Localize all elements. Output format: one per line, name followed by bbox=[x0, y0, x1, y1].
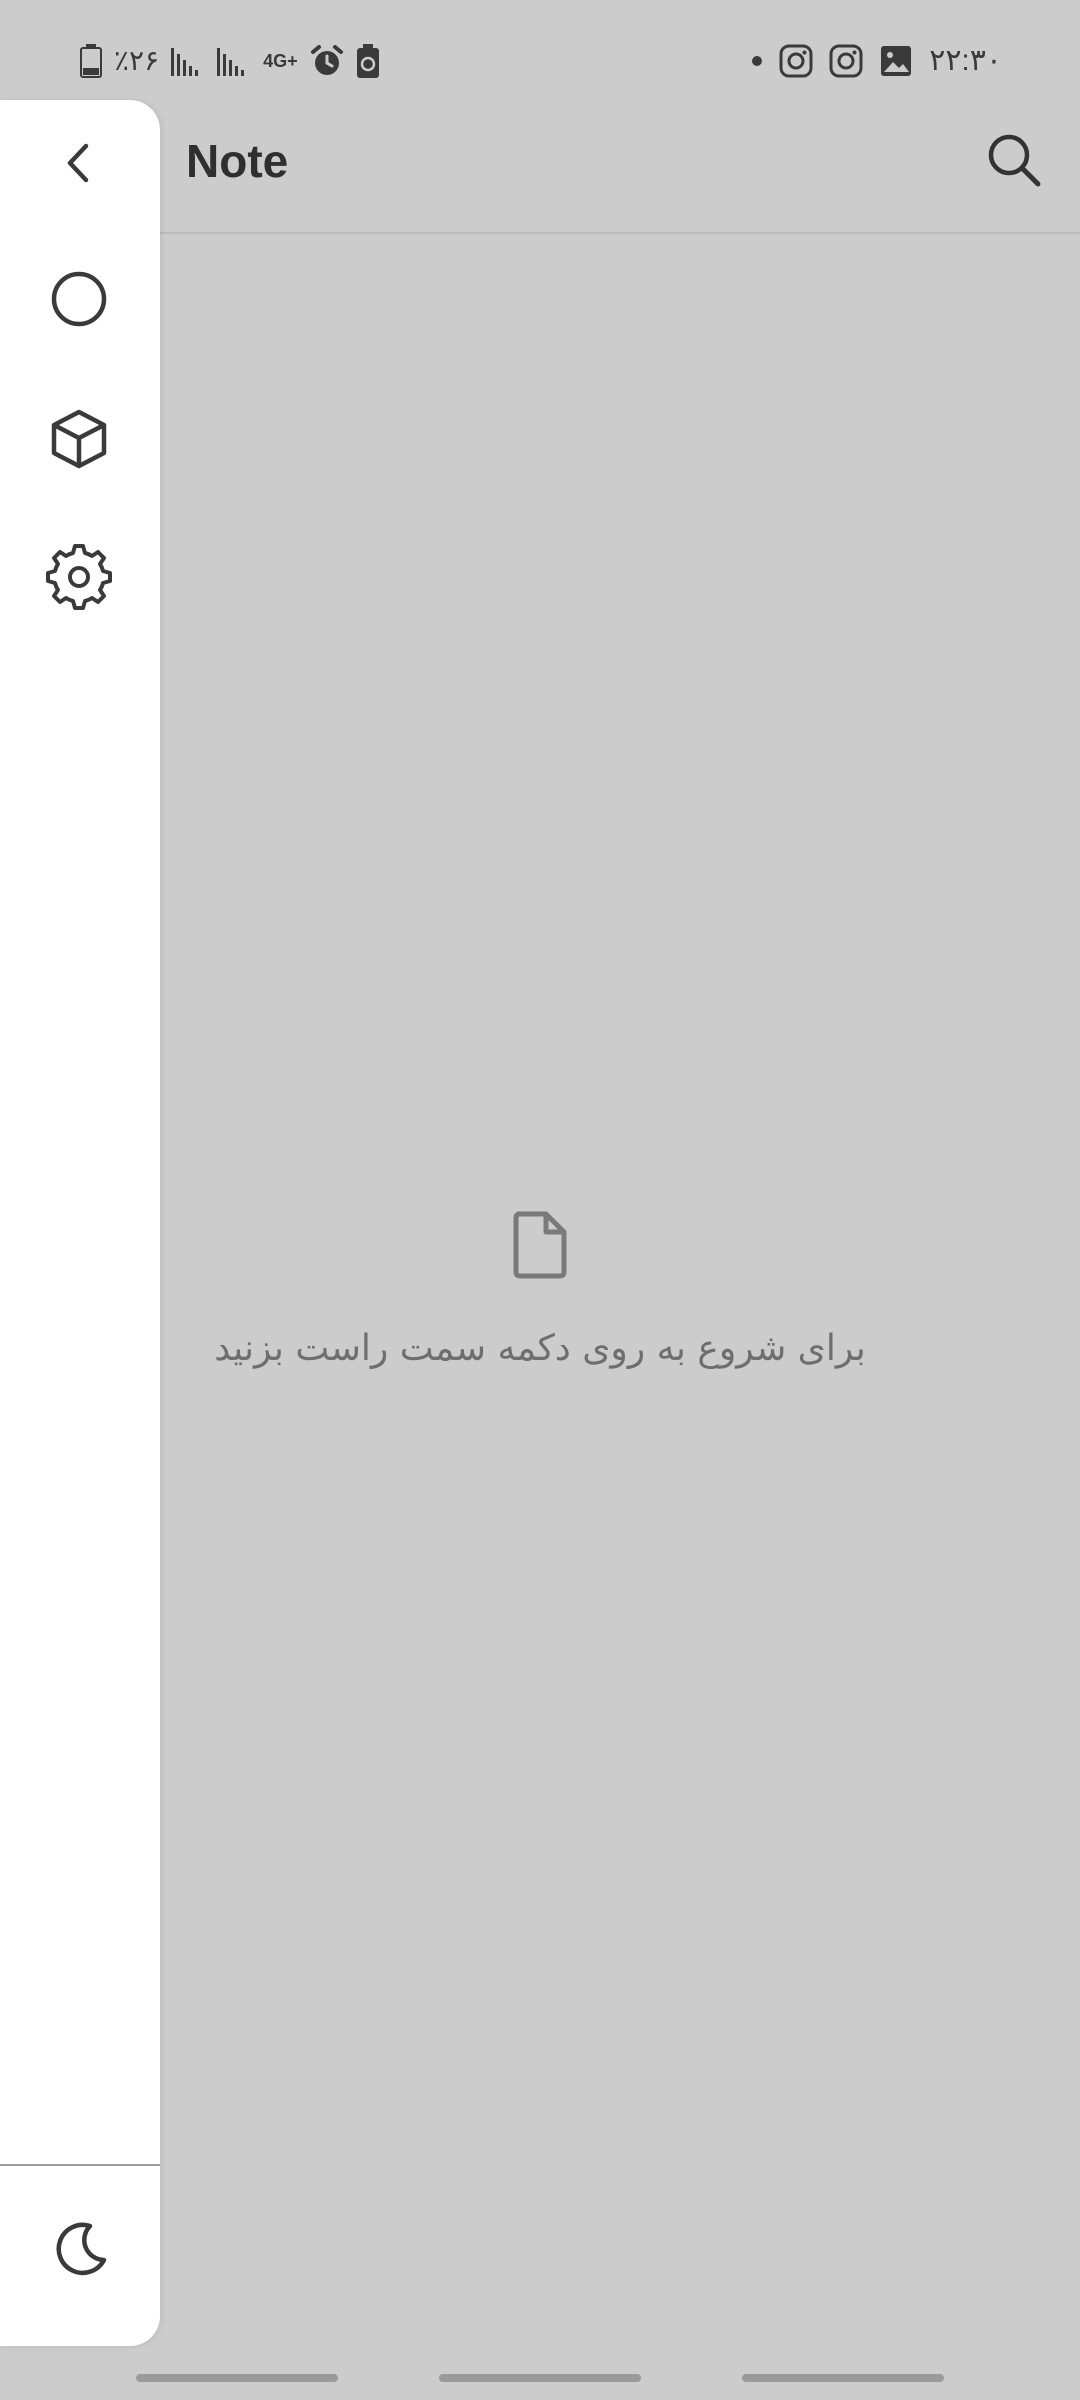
cube-icon bbox=[51, 409, 107, 469]
empty-state-message: برای شروع به روی دکمه سمت راست بزنید bbox=[214, 1328, 866, 1369]
app-bar: Note bbox=[160, 100, 1080, 234]
clock: ۲۲:۳۰ bbox=[929, 44, 1002, 77]
instagram-icon-2 bbox=[829, 44, 863, 78]
empty-state: برای شروع به روی دکمه سمت راست بزنید bbox=[160, 1210, 920, 1369]
drawer-item-circle[interactable] bbox=[46, 266, 112, 332]
alarm-icon bbox=[310, 44, 344, 78]
battery-saver-icon bbox=[356, 44, 380, 78]
dot-icon bbox=[751, 55, 763, 67]
nav-hint-left[interactable] bbox=[136, 2374, 338, 2382]
side-drawer bbox=[0, 100, 160, 2346]
theme-toggle-button[interactable] bbox=[46, 2216, 112, 2282]
battery-icon bbox=[80, 44, 102, 78]
gear-icon bbox=[46, 544, 112, 610]
image-icon bbox=[879, 44, 913, 78]
status-bar-left: ٪۲۶ 4G+ bbox=[80, 40, 380, 82]
drawer-divider bbox=[0, 2164, 160, 2166]
battery-percent: ٪۲۶ bbox=[114, 45, 160, 76]
signal-icon bbox=[171, 46, 205, 76]
instagram-icon bbox=[779, 44, 813, 78]
moon-icon bbox=[56, 2222, 107, 2276]
network-type: 4G+ bbox=[263, 51, 298, 71]
drawer-item-settings[interactable] bbox=[46, 544, 112, 610]
page-title: Note bbox=[186, 135, 289, 187]
drawer-item-cube[interactable] bbox=[46, 406, 112, 472]
search-button[interactable] bbox=[984, 130, 1044, 190]
nav-hint-center[interactable] bbox=[439, 2374, 641, 2382]
chevron-left-icon bbox=[67, 143, 89, 183]
drawer-back-button[interactable] bbox=[46, 130, 112, 196]
status-bar-right: ۲۲:۳۰ bbox=[751, 40, 1002, 82]
circle-icon bbox=[51, 271, 107, 327]
search-icon bbox=[988, 134, 1041, 187]
signal-icon-2 bbox=[217, 46, 251, 76]
document-icon bbox=[513, 1211, 567, 1279]
nav-hint-right[interactable] bbox=[742, 2374, 944, 2382]
